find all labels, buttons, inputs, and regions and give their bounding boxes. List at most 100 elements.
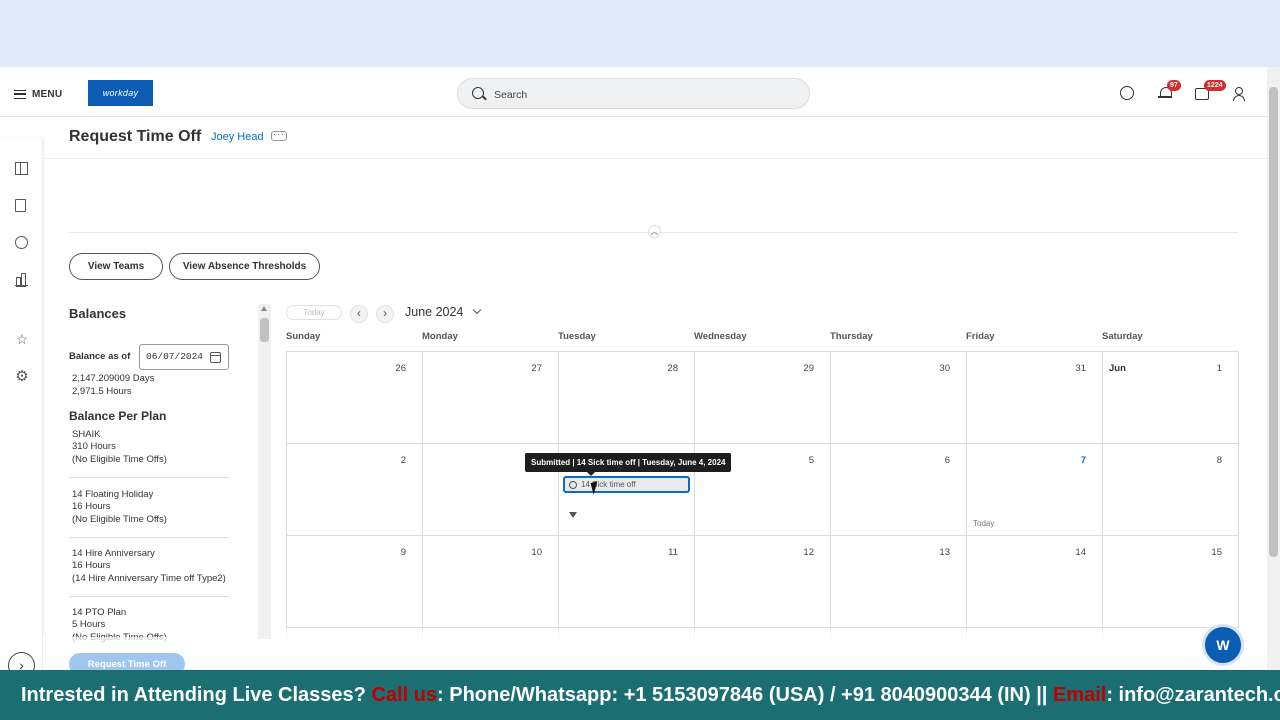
app-header: MENU workday Search 97 1224 bbox=[0, 67, 1267, 117]
plan-note: (No Eligible Time Offs) bbox=[72, 513, 167, 525]
calendar-day[interactable]: 8 bbox=[1103, 444, 1239, 536]
calendar-day[interactable]: 27 bbox=[423, 352, 559, 444]
view-absence-thresholds-button[interactable]: View Absence Thresholds bbox=[169, 253, 320, 280]
calendar-icon[interactable] bbox=[210, 352, 221, 363]
day-number: 1 bbox=[1216, 363, 1222, 374]
plan-item: 14 Hire Anniversary 16 Hours (14 Hire An… bbox=[72, 548, 229, 585]
day-number: 5 bbox=[808, 455, 814, 466]
plan-item: 14 Floating Holiday 16 Hours (No Eligibl… bbox=[72, 489, 229, 526]
calendar-day[interactable]: 12 bbox=[695, 536, 831, 628]
find-icon[interactable] bbox=[15, 236, 28, 249]
search-placeholder: Search bbox=[494, 89, 528, 101]
star-icon[interactable]: ☆ bbox=[15, 332, 29, 346]
weekday-header: Monday bbox=[422, 331, 458, 342]
balance-per-plan-title: Balance Per Plan bbox=[69, 409, 167, 423]
scroll-up-arrow-icon[interactable] bbox=[261, 306, 267, 311]
workday-logo[interactable]: workday bbox=[88, 80, 153, 106]
weekday-header: Tuesday bbox=[558, 331, 596, 342]
page-scrollbar-thumb[interactable] bbox=[1269, 87, 1278, 557]
calendar-day[interactable]: 26 bbox=[287, 352, 423, 444]
expand-events-arrow-icon[interactable] bbox=[569, 512, 577, 518]
search-input[interactable]: Search bbox=[457, 78, 810, 109]
user-profile-icon[interactable] bbox=[1233, 86, 1245, 101]
day-number: 13 bbox=[939, 547, 950, 558]
view-teams-button[interactable]: View Teams bbox=[69, 253, 163, 280]
balances-scrollbar-thumb[interactable] bbox=[260, 318, 269, 342]
calendar-day[interactable]: 29 bbox=[695, 352, 831, 444]
day-number: 12 bbox=[803, 547, 814, 558]
calendar-day[interactable]: Jun 1 bbox=[1103, 352, 1239, 444]
next-month-chevron-right-icon[interactable]: › bbox=[376, 305, 394, 323]
day-number: 11 bbox=[668, 547, 678, 558]
document-icon[interactable] bbox=[15, 199, 26, 212]
calendar-day[interactable]: 14 bbox=[967, 536, 1103, 628]
day-number: 29 bbox=[803, 363, 814, 374]
today-button[interactable]: Today bbox=[286, 305, 342, 320]
day-number: 27 bbox=[531, 363, 542, 374]
dashboard-icon[interactable] bbox=[15, 162, 28, 175]
search-icon bbox=[472, 87, 484, 99]
balances-scrollbar[interactable] bbox=[258, 304, 271, 639]
gear-icon[interactable]: ⚙ bbox=[15, 369, 29, 384]
month-start-label: Jun bbox=[1109, 363, 1126, 374]
weekday-header: Friday bbox=[966, 331, 995, 342]
total-hours: 2,971.5 Hours bbox=[72, 386, 132, 397]
calendar-day[interactable]: 11 bbox=[559, 536, 695, 628]
hamburger-icon bbox=[14, 89, 26, 99]
notifications-badge: 97 bbox=[1167, 80, 1181, 91]
related-actions-button[interactable]: ··· bbox=[271, 130, 287, 141]
plan-hours: 16 Hours bbox=[72, 501, 111, 513]
plan-name: SHAIK bbox=[72, 429, 101, 440]
banner-call-us: Call us bbox=[371, 684, 438, 706]
day-number: 10 bbox=[531, 547, 542, 558]
calendar-day[interactable]: 31 bbox=[967, 352, 1103, 444]
calendar-day[interactable]: 9 bbox=[287, 536, 423, 628]
day-number: 26 bbox=[395, 363, 406, 374]
day-number: 2 bbox=[400, 455, 406, 466]
plan-name: 14 Hire Anniversary bbox=[72, 548, 155, 559]
time-off-event[interactable]: 14 Sick time off bbox=[563, 476, 690, 493]
side-nav: ☆ ⚙ bbox=[0, 138, 43, 670]
calendar-day[interactable]: 2 bbox=[287, 444, 423, 536]
plan-divider bbox=[69, 537, 229, 538]
month-label[interactable]: June 2024 bbox=[405, 305, 463, 319]
chat-icon[interactable] bbox=[1120, 86, 1134, 100]
worker-link[interactable]: Joey Head bbox=[211, 131, 264, 143]
calendar-day[interactable]: 30 bbox=[831, 352, 967, 444]
calendar-grid: 26 27 28 29 30 31 Jun1 2 3 4 5 6 7Today … bbox=[286, 351, 1239, 639]
day-number: 7 bbox=[1080, 455, 1086, 466]
calendar-day[interactable]: 10 bbox=[423, 536, 559, 628]
today-indicator: Today bbox=[973, 519, 995, 528]
weekday-header: Thursday bbox=[830, 331, 873, 342]
page-title: Request Time Off bbox=[69, 128, 202, 145]
plan-item: SHAIK 310 Hours (No Eligible Time Offs) bbox=[72, 429, 229, 466]
calendar-day-today[interactable]: 7 Today bbox=[967, 444, 1103, 536]
assistant-button[interactable]: W bbox=[1202, 624, 1244, 666]
calendar-day[interactable]: 15 bbox=[1103, 536, 1239, 628]
balance-date-input[interactable]: 06/07/2024 bbox=[139, 344, 229, 370]
page-scrollbar[interactable] bbox=[1267, 67, 1280, 670]
promo-banner: Intrested in Attending Live Classes? Cal… bbox=[0, 670, 1280, 720]
weekday-header: Wednesday bbox=[694, 331, 747, 342]
total-days: 2,147.209009 Days bbox=[72, 373, 155, 384]
plan-hours: 310 Hours bbox=[72, 441, 116, 453]
previous-month-chevron-left-icon[interactable]: ‹ bbox=[350, 305, 368, 323]
day-number: 15 bbox=[1211, 547, 1222, 558]
calendar-day[interactable]: 13 bbox=[831, 536, 967, 628]
banner-phone: : Phone/Whatsapp: +1 5153097846 (USA) / … bbox=[437, 684, 1053, 706]
collapse-chevron-up-icon[interactable]: ︿ bbox=[648, 225, 661, 238]
banner-email-label: Email bbox=[1052, 684, 1107, 706]
menu-button[interactable]: MENU bbox=[14, 87, 62, 101]
calendar-day[interactable]: 6 bbox=[831, 444, 967, 536]
day-number: 8 bbox=[1216, 455, 1222, 466]
plan-name: 14 Floating Holiday bbox=[72, 489, 154, 500]
calendar-day[interactable]: 28 bbox=[559, 352, 695, 444]
menu-label: MENU bbox=[32, 88, 63, 100]
event-label: 14 Sick time off bbox=[581, 480, 636, 489]
month-chevron-down-icon[interactable] bbox=[472, 305, 482, 315]
weekday-header: Saturday bbox=[1102, 331, 1143, 342]
day-number: 28 bbox=[667, 363, 678, 374]
chart-icon[interactable] bbox=[15, 273, 28, 287]
plan-divider bbox=[69, 596, 229, 597]
day-number: 9 bbox=[400, 547, 406, 558]
